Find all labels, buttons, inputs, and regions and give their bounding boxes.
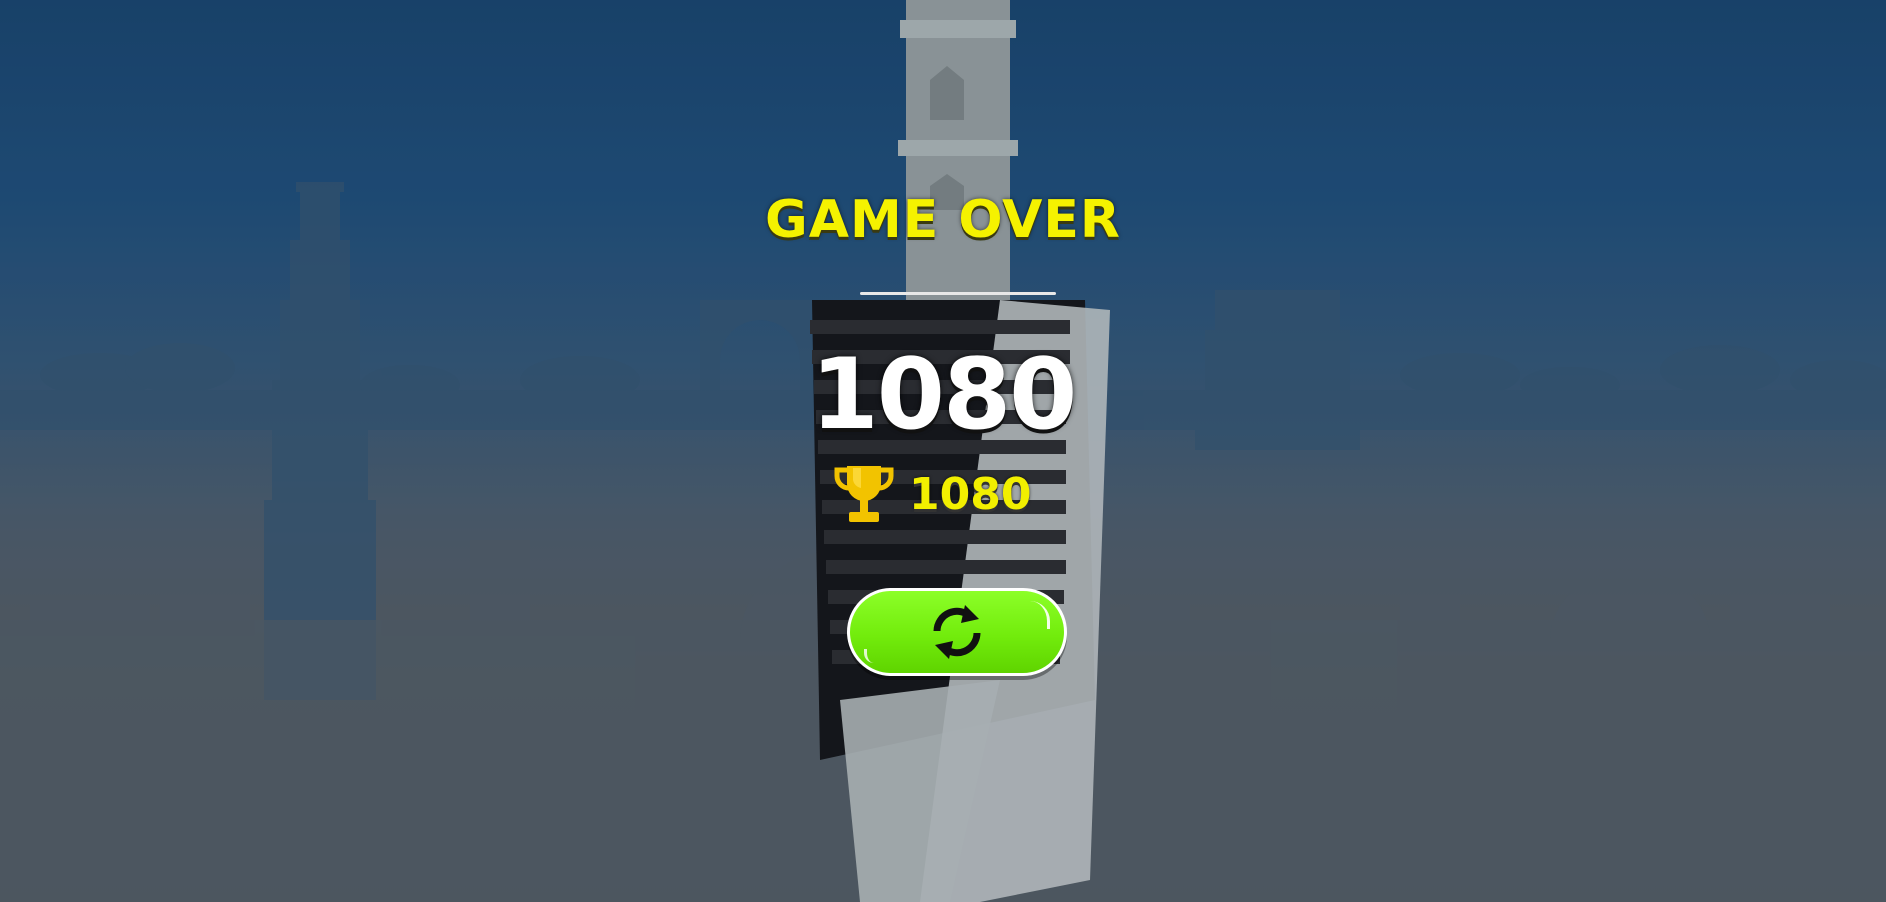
button-highlight-small	[864, 649, 877, 663]
trophy-icon	[834, 466, 894, 522]
best-score-value: 1080	[909, 468, 1032, 520]
game-over-title: GAME OVER	[765, 190, 1121, 250]
current-score: 1080	[810, 338, 1078, 452]
tower-pillar	[898, 0, 1018, 330]
title-divider	[860, 292, 1056, 295]
refresh-icon	[933, 605, 981, 659]
replay-button[interactable]	[847, 588, 1067, 676]
button-highlight	[1027, 601, 1050, 629]
best-score-row: 1080	[833, 462, 1031, 526]
